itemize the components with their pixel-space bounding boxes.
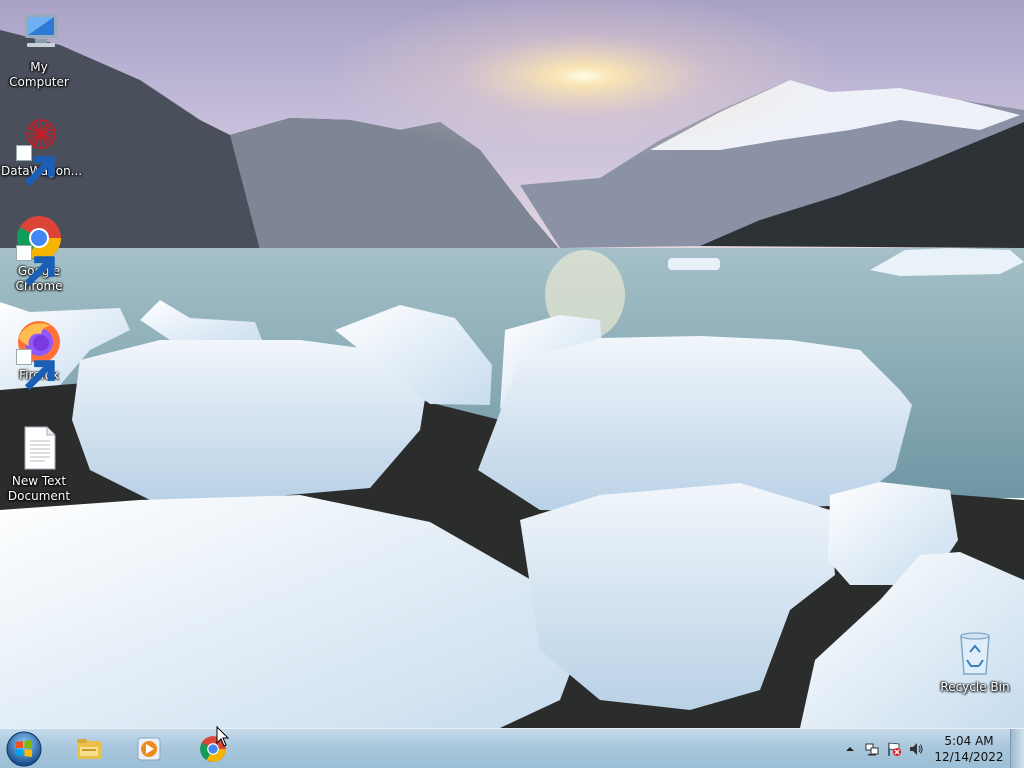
file-explorer-icon <box>77 739 101 759</box>
mouse-cursor-icon <box>216 725 230 748</box>
desktop-icon-google-chrome[interactable]: Google Chrome <box>1 214 77 294</box>
network-icon[interactable] <box>864 741 880 757</box>
action-center-flag-icon[interactable] <box>886 741 902 757</box>
desktop-wallpaper <box>0 0 1024 728</box>
shortcut-arrow-icon <box>16 145 55 187</box>
firefox-icon <box>15 318 63 391</box>
volume-icon[interactable] <box>908 741 924 757</box>
datawagon-icon <box>15 114 63 187</box>
shortcut-arrow-icon <box>16 245 55 287</box>
media-player-icon <box>137 737 161 761</box>
show-desktop-button[interactable] <box>1010 729 1024 768</box>
clock-date: 12/14/2022 <box>934 750 1004 764</box>
desktop-icon-datawagon[interactable]: DataWagon... <box>1 114 82 187</box>
windows-start-icon <box>6 731 42 767</box>
clock-time: 5:04 AM <box>944 734 994 748</box>
desktop-icon-my-computer[interactable]: My Computer <box>1 10 77 90</box>
text-document-icon <box>15 424 63 472</box>
show-hidden-icons-arrow[interactable] <box>842 741 858 757</box>
desktop-icon-label: Recycle Bin <box>940 680 1010 694</box>
taskbar-chrome-button[interactable] <box>186 731 238 767</box>
desktop-icon-label: My Computer <box>9 60 69 89</box>
system-tray: 5:04 AM 12/14/2022 <box>840 729 1024 768</box>
start-button[interactable] <box>5 730 43 768</box>
taskbar-file-explorer-button[interactable] <box>62 731 114 767</box>
desktop-icon-firefox[interactable]: Firefox <box>1 318 77 391</box>
computer-icon <box>15 10 63 58</box>
taskbar: 5:04 AM 12/14/2022 <box>0 728 1024 768</box>
chrome-icon <box>15 214 63 287</box>
desktop-icon-new-text-document[interactable]: New Text Document <box>1 424 77 504</box>
taskbar-media-player-button[interactable] <box>122 731 174 767</box>
shortcut-arrow-icon <box>16 349 55 391</box>
desktop-icon-label: New Text Document <box>7 474 71 503</box>
desktop-icon-recycle-bin[interactable]: Recycle Bin <box>937 630 1013 695</box>
clock[interactable]: 5:04 AM 12/14/2022 <box>934 733 1004 765</box>
recycle-bin-icon <box>951 630 999 678</box>
